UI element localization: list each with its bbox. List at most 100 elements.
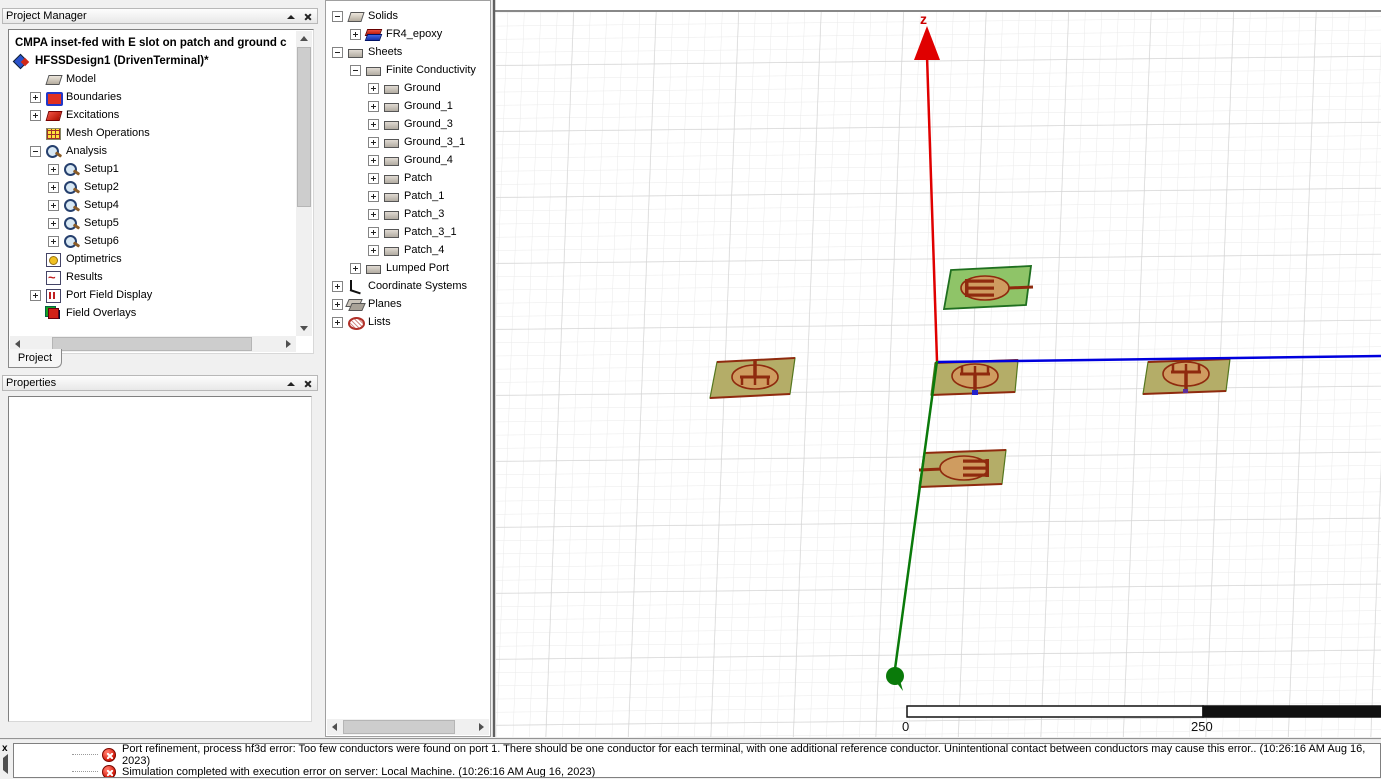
expand-plus-icon[interactable] bbox=[368, 82, 379, 94]
expand-plus-icon[interactable] bbox=[368, 136, 379, 148]
tree-label: Excitations bbox=[66, 109, 120, 121]
vscroll-thumb[interactable] bbox=[297, 47, 311, 207]
project-manager-titlebar[interactable]: Project Manager bbox=[2, 8, 318, 24]
tree-item-boundaries[interactable]: Boundaries bbox=[12, 88, 295, 106]
scroll-up-icon[interactable] bbox=[296, 31, 311, 46]
tree-item-excitations[interactable]: Excitations bbox=[12, 106, 295, 124]
tree-label: Ground_3_1 bbox=[404, 136, 466, 148]
expand-plus-icon[interactable] bbox=[48, 217, 59, 229]
expand-plus-icon[interactable] bbox=[350, 28, 361, 40]
tree-item-results[interactable]: Results bbox=[12, 268, 295, 286]
tree-item-lists[interactable]: Lists bbox=[330, 313, 488, 331]
port-marker[interactable] bbox=[1183, 389, 1188, 393]
tree-label: Optimetrics bbox=[66, 253, 122, 265]
tree-item-setup5[interactable]: Setup5 bbox=[12, 214, 295, 232]
tree-item-patch-1[interactable]: Patch_1 bbox=[330, 187, 488, 205]
tree-item-port-field-display[interactable]: Port Field Display bbox=[12, 286, 295, 304]
sheet-icon bbox=[383, 225, 400, 239]
close-panel-icon[interactable] bbox=[301, 378, 314, 389]
hscroll-thumb[interactable] bbox=[52, 337, 252, 351]
patch-3d-object[interactable] bbox=[930, 359, 1019, 396]
collapse-minus-icon[interactable] bbox=[350, 64, 361, 76]
expand-plus-icon[interactable] bbox=[30, 109, 41, 121]
expand-plus-icon[interactable] bbox=[332, 280, 343, 292]
tree-item-patch-4[interactable]: Patch_4 bbox=[330, 241, 488, 259]
expand-plus-icon[interactable] bbox=[368, 244, 379, 256]
tree-item-patch-3-1[interactable]: Patch_3_1 bbox=[330, 223, 488, 241]
tree-item-field-overlays[interactable]: Field Overlays bbox=[12, 304, 295, 322]
tree-item-ground-1[interactable]: Ground_1 bbox=[330, 97, 488, 115]
tree-item-lumped-port[interactable]: Lumped Port bbox=[330, 259, 488, 277]
tree-item-ground-3[interactable]: Ground_3 bbox=[330, 115, 488, 133]
tree-item-analysis[interactable]: Analysis bbox=[12, 142, 295, 160]
expand-plus-icon[interactable] bbox=[368, 118, 379, 130]
tree-item-planes[interactable]: Planes bbox=[330, 295, 488, 313]
message-bar-collapse-icon[interactable] bbox=[3, 754, 8, 774]
tree-item-optimetrics[interactable]: Optimetrics bbox=[12, 250, 295, 268]
analysis-icon bbox=[45, 144, 62, 158]
tab-project-label: Project bbox=[17, 352, 53, 364]
tree-item-coordinate-systems[interactable]: Coordinate Systems bbox=[330, 277, 488, 295]
scroll-left-icon[interactable] bbox=[327, 719, 342, 734]
properties-titlebar[interactable]: Properties bbox=[2, 375, 318, 391]
expand-plus-icon[interactable] bbox=[350, 262, 361, 274]
expand-plus-icon[interactable] bbox=[48, 181, 59, 193]
tree-item-fr4-epoxy[interactable]: FR4_epoxy bbox=[330, 25, 488, 43]
tree-item-sheets[interactable]: Sheets bbox=[330, 43, 488, 61]
expand-plus-icon[interactable] bbox=[368, 190, 379, 202]
patch-3d-object[interactable] bbox=[918, 449, 1007, 488]
tree-item-patch[interactable]: Patch bbox=[330, 169, 488, 187]
tree-item-finite-conductivity[interactable]: Finite Conductivity bbox=[330, 61, 488, 79]
model-tree-hscrollbar[interactable] bbox=[327, 719, 489, 735]
tree-item-setup4[interactable]: Setup4 bbox=[12, 196, 295, 214]
expand-plus-icon[interactable] bbox=[368, 226, 379, 238]
tab-project[interactable]: Project bbox=[8, 349, 62, 368]
tree-item-project[interactable]: CMPA inset-fed with E slot on patch and … bbox=[12, 34, 295, 52]
tree-item-solids[interactable]: Solids bbox=[330, 7, 488, 25]
collapse-minus-icon[interactable] bbox=[332, 10, 343, 22]
message-bar-close-icon[interactable]: x bbox=[2, 744, 8, 754]
tree-item-ground-4[interactable]: Ground_4 bbox=[330, 151, 488, 169]
scroll-right-icon[interactable] bbox=[474, 719, 489, 734]
collapse-minus-icon[interactable] bbox=[332, 46, 343, 58]
expand-plus-icon[interactable] bbox=[368, 172, 379, 184]
tree-item-ground[interactable]: Ground bbox=[330, 79, 488, 97]
solids-icon bbox=[347, 9, 364, 23]
tree-item-setup1[interactable]: Setup1 bbox=[12, 160, 295, 178]
collapse-minus-icon[interactable] bbox=[30, 145, 41, 157]
tree-item-mesh-operations[interactable]: Mesh Operations bbox=[12, 124, 295, 142]
lumped-port-marker[interactable] bbox=[972, 390, 978, 395]
expand-plus-icon[interactable] bbox=[368, 100, 379, 112]
expand-plus-icon[interactable] bbox=[48, 199, 59, 211]
expand-plus-icon[interactable] bbox=[368, 208, 379, 220]
modeler-canvas[interactable]: z 0 250 bbox=[492, 0, 1381, 737]
tree-item-design[interactable]: HFSSDesign1 (DrivenTerminal)* bbox=[12, 52, 295, 70]
message-row[interactable]: Port refinement, process hf3d error: Too… bbox=[14, 744, 1380, 767]
hscroll-thumb[interactable] bbox=[343, 720, 455, 734]
tree-item-ground-3-1[interactable]: Ground_3_1 bbox=[330, 133, 488, 151]
expand-plus-icon[interactable] bbox=[48, 235, 59, 247]
tree-item-setup6[interactable]: Setup6 bbox=[12, 232, 295, 250]
tree-item-model[interactable]: Model bbox=[12, 70, 295, 88]
modeler-viewport[interactable]: z 0 250 bbox=[492, 0, 1381, 737]
project-tree-vscrollbar[interactable] bbox=[296, 31, 312, 336]
collapse-panel-icon[interactable] bbox=[284, 11, 297, 22]
scroll-down-icon[interactable] bbox=[296, 321, 311, 336]
scroll-right-icon[interactable] bbox=[281, 336, 296, 351]
tree-item-setup2[interactable]: Setup2 bbox=[12, 178, 295, 196]
expand-plus-icon[interactable] bbox=[30, 91, 41, 103]
patch-3d-object[interactable] bbox=[942, 265, 1034, 310]
patch-3d-object[interactable] bbox=[1142, 358, 1231, 395]
expand-plus-icon[interactable] bbox=[48, 163, 59, 175]
setup-icon bbox=[63, 198, 80, 212]
expand-plus-icon[interactable] bbox=[30, 289, 41, 301]
collapse-panel-icon[interactable] bbox=[284, 378, 297, 389]
close-panel-icon[interactable] bbox=[301, 11, 314, 22]
expand-plus-icon[interactable] bbox=[368, 154, 379, 166]
model-icon bbox=[45, 72, 62, 86]
expand-plus-icon[interactable] bbox=[332, 298, 343, 310]
tree-item-patch-3[interactable]: Patch_3 bbox=[330, 205, 488, 223]
expand-plus-icon[interactable] bbox=[332, 316, 343, 328]
patch-3d-object[interactable] bbox=[709, 357, 796, 399]
tree-label: Ground_3 bbox=[404, 118, 453, 130]
